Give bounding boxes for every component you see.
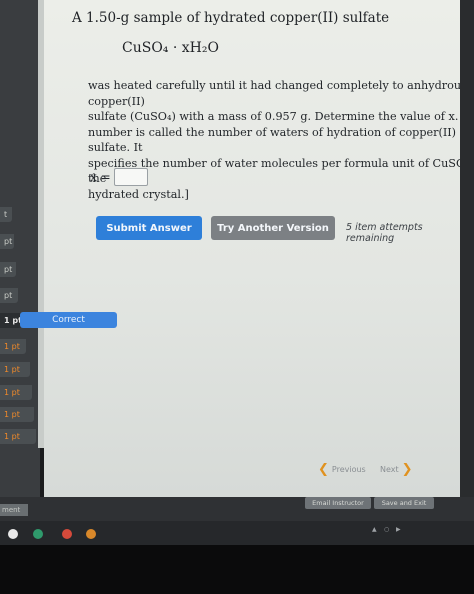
sidebar-item-points[interactable]: t bbox=[0, 207, 12, 222]
question-line: hydrated crystal.] bbox=[88, 187, 189, 201]
chevron-right-icon: ❯ bbox=[401, 462, 413, 477]
answer-label: x = bbox=[90, 170, 111, 184]
question-formula: CuSO₄ · xH₂O bbox=[122, 40, 219, 56]
sidebar-item-points[interactable]: pt bbox=[0, 234, 14, 249]
answer-input[interactable] bbox=[113, 168, 148, 186]
monitor-bezel bbox=[0, 545, 474, 594]
sidebar-item-points[interactable]: pt bbox=[0, 262, 16, 277]
question-panel: A 1.50-g sample of hydrated copper(II) s… bbox=[44, 0, 474, 497]
question-line: number is called the number of waters of… bbox=[88, 125, 457, 155]
app-icon[interactable] bbox=[33, 529, 43, 539]
try-another-version-button[interactable]: Try Another Version bbox=[211, 216, 335, 240]
next-button[interactable]: Next ❯ bbox=[380, 462, 413, 477]
question-title: A 1.50-g sample of hydrated copper(II) s… bbox=[72, 10, 390, 26]
browser-icon[interactable] bbox=[62, 529, 72, 539]
sidebar-item-points[interactable]: pt bbox=[0, 288, 18, 303]
save-and-exit-button[interactable]: Save and Exit bbox=[374, 497, 434, 509]
next-label: Next bbox=[380, 465, 399, 474]
footer-tag: ment bbox=[0, 504, 28, 516]
wifi-icon[interactable]: ○ bbox=[384, 526, 389, 533]
previous-label: Previous bbox=[331, 465, 366, 474]
sidebar-item-points[interactable]: 1 pt bbox=[0, 362, 30, 377]
chevron-left-icon: ❮ bbox=[318, 462, 329, 477]
question-line: sulfate (CuSO₄) with a mass of 0.957 g. … bbox=[88, 110, 474, 123]
sidebar-item-points[interactable]: 1 pt bbox=[0, 385, 32, 400]
question-line: was heated carefully until it had change… bbox=[88, 79, 467, 108]
previous-button[interactable]: ❮ Previous bbox=[318, 462, 366, 477]
sidebar-item-points[interactable]: 1 pt bbox=[0, 429, 36, 444]
sidebar-item-points[interactable]: 1 pt bbox=[0, 313, 22, 328]
start-icon[interactable] bbox=[8, 529, 18, 539]
right-edge bbox=[460, 0, 474, 520]
tray-arrow-icon[interactable]: ▲ bbox=[372, 526, 377, 533]
correct-banner: Correct bbox=[20, 312, 117, 328]
sidebar-item-points[interactable]: 1 pt bbox=[0, 339, 26, 354]
sidebar-item-points[interactable]: 1 pt bbox=[0, 407, 34, 422]
email-instructor-button[interactable]: Email Instructor bbox=[305, 497, 371, 509]
volume-icon[interactable]: ▶ bbox=[396, 526, 401, 533]
answer-row: x = bbox=[90, 168, 148, 186]
question-sidebar bbox=[0, 0, 40, 500]
folder-icon[interactable] bbox=[86, 529, 96, 539]
submit-answer-button[interactable]: Submit Answer bbox=[96, 216, 202, 240]
attempts-remaining: 5 item attempts remaining bbox=[346, 222, 423, 244]
